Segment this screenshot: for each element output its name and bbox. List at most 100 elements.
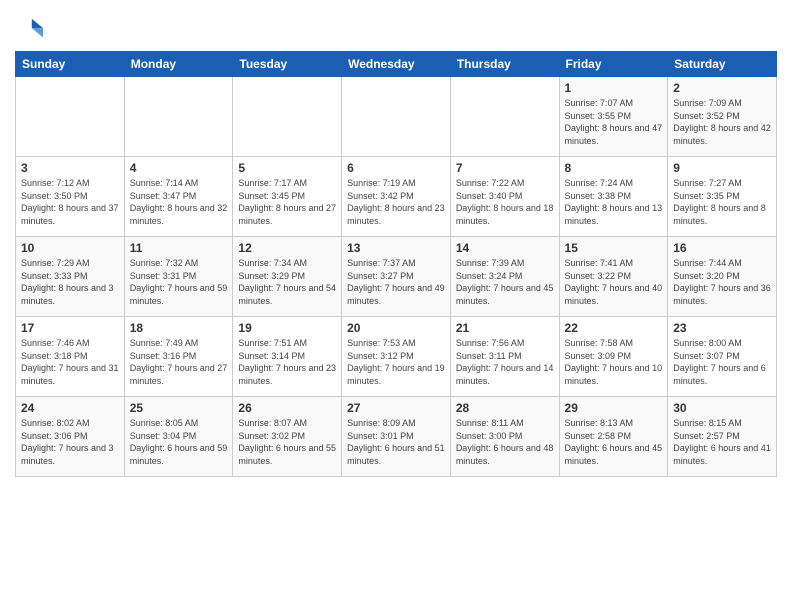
day-number: 23 xyxy=(673,321,771,335)
calendar-cell: 21Sunrise: 7:56 AM Sunset: 3:11 PM Dayli… xyxy=(450,317,559,397)
calendar-cell: 30Sunrise: 8:15 AM Sunset: 2:57 PM Dayli… xyxy=(668,397,777,477)
week-row-0: 1 Sunrise: 7:07 AM Sunset: 3:55 PM Daylig… xyxy=(16,77,777,157)
week-row-4: 24 Sunrise: 8:02 AM Sunset: 3:06 PM Dayli… xyxy=(16,397,777,477)
day-info: Sunrise: 7:27 AM Sunset: 3:35 PM Dayligh… xyxy=(673,177,771,227)
day-number: 11 xyxy=(130,241,228,255)
calendar-cell: 8 Sunrise: 7:24 AM Sunset: 3:38 PM Daylig… xyxy=(559,157,668,237)
day-number: 27 xyxy=(347,401,445,415)
day-info: Sunrise: 8:02 AM Sunset: 3:06 PM Dayligh… xyxy=(21,417,119,467)
day-info: Sunrise: 8:05 AM Sunset: 3:04 PM Dayligh… xyxy=(130,417,228,467)
day-info: Sunrise: 7:39 AM Sunset: 3:24 PM Dayligh… xyxy=(456,257,554,307)
day-number: 15 xyxy=(565,241,663,255)
day-number: 30 xyxy=(673,401,771,415)
calendar-cell: 13 Sunrise: 7:37 AM Sunset: 3:27 PM Dayli… xyxy=(342,237,451,317)
day-number: 14 xyxy=(456,241,554,255)
day-info: Sunrise: 7:07 AM Sunset: 3:55 PM Dayligh… xyxy=(565,97,663,147)
day-number: 5 xyxy=(238,161,336,175)
header-monday: Monday xyxy=(124,52,233,77)
calendar-cell: 29 Sunrise: 8:13 AM Sunset: 2:58 PM Dayli… xyxy=(559,397,668,477)
day-info: Sunrise: 7:51 AM Sunset: 3:14 PM Dayligh… xyxy=(238,337,336,387)
calendar-cell: 2 Sunrise: 7:09 AM Sunset: 3:52 PM Daylig… xyxy=(668,77,777,157)
calendar-cell: 25 Sunrise: 8:05 AM Sunset: 3:04 PM Dayli… xyxy=(124,397,233,477)
calendar-cell: 7 Sunrise: 7:22 AM Sunset: 3:40 PM Daylig… xyxy=(450,157,559,237)
calendar-cell xyxy=(16,77,125,157)
calendar-header: SundayMondayTuesdayWednesdayThursdayFrid… xyxy=(16,52,777,77)
calendar-cell: 26 Sunrise: 8:07 AM Sunset: 3:02 PM Dayli… xyxy=(233,397,342,477)
day-number: 25 xyxy=(130,401,228,415)
day-number: 3 xyxy=(21,161,119,175)
calendar-cell: 15 Sunrise: 7:41 AM Sunset: 3:22 PM Dayli… xyxy=(559,237,668,317)
header-sunday: Sunday xyxy=(16,52,125,77)
calendar-cell: 5 Sunrise: 7:17 AM Sunset: 3:45 PM Daylig… xyxy=(233,157,342,237)
day-info: Sunrise: 7:56 AM Sunset: 3:11 PM Dayligh… xyxy=(456,337,554,387)
calendar-cell xyxy=(450,77,559,157)
calendar-cell: 27 Sunrise: 8:09 AM Sunset: 3:01 PM Dayli… xyxy=(342,397,451,477)
day-info: Sunrise: 7:41 AM Sunset: 3:22 PM Dayligh… xyxy=(565,257,663,307)
day-info: Sunrise: 8:11 AM Sunset: 3:00 PM Dayligh… xyxy=(456,417,554,467)
day-info: Sunrise: 7:53 AM Sunset: 3:12 PM Dayligh… xyxy=(347,337,445,387)
day-info: Sunrise: 7:22 AM Sunset: 3:40 PM Dayligh… xyxy=(456,177,554,227)
day-number: 17 xyxy=(21,321,119,335)
header-tuesday: Tuesday xyxy=(233,52,342,77)
calendar-cell: 23 Sunrise: 8:00 AM Sunset: 3:07 PM Dayli… xyxy=(668,317,777,397)
logo-icon xyxy=(15,15,43,43)
day-number: 2 xyxy=(673,81,771,95)
day-info: Sunrise: 8:00 AM Sunset: 3:07 PM Dayligh… xyxy=(673,337,771,387)
calendar-cell: 16 Sunrise: 7:44 AM Sunset: 3:20 PM Dayli… xyxy=(668,237,777,317)
header-thursday: Thursday xyxy=(450,52,559,77)
calendar-cell: 22 Sunrise: 7:58 AM Sunset: 3:09 PM Dayli… xyxy=(559,317,668,397)
calendar-cell: 14 Sunrise: 7:39 AM Sunset: 3:24 PM Dayli… xyxy=(450,237,559,317)
day-info: Sunrise: 7:19 AM Sunset: 3:42 PM Dayligh… xyxy=(347,177,445,227)
calendar-cell: 12Sunrise: 7:34 AM Sunset: 3:29 PM Dayli… xyxy=(233,237,342,317)
day-number: 6 xyxy=(347,161,445,175)
day-info: Sunrise: 7:37 AM Sunset: 3:27 PM Dayligh… xyxy=(347,257,445,307)
day-info: Sunrise: 7:29 AM Sunset: 3:33 PM Dayligh… xyxy=(21,257,119,307)
day-number: 16 xyxy=(673,241,771,255)
day-number: 20 xyxy=(347,321,445,335)
day-number: 22 xyxy=(565,321,663,335)
day-info: Sunrise: 7:14 AM Sunset: 3:47 PM Dayligh… xyxy=(130,177,228,227)
day-info: Sunrise: 7:49 AM Sunset: 3:16 PM Dayligh… xyxy=(130,337,228,387)
header-wednesday: Wednesday xyxy=(342,52,451,77)
day-info: Sunrise: 7:09 AM Sunset: 3:52 PM Dayligh… xyxy=(673,97,771,147)
day-info: Sunrise: 8:13 AM Sunset: 2:58 PM Dayligh… xyxy=(565,417,663,467)
day-number: 7 xyxy=(456,161,554,175)
calendar-cell: 28 Sunrise: 8:11 AM Sunset: 3:00 PM Dayli… xyxy=(450,397,559,477)
week-row-2: 10 Sunrise: 7:29 AM Sunset: 3:33 PM Dayli… xyxy=(16,237,777,317)
day-number: 28 xyxy=(456,401,554,415)
day-info: Sunrise: 7:44 AM Sunset: 3:20 PM Dayligh… xyxy=(673,257,771,307)
day-info: Sunrise: 7:17 AM Sunset: 3:45 PM Dayligh… xyxy=(238,177,336,227)
day-info: Sunrise: 7:12 AM Sunset: 3:50 PM Dayligh… xyxy=(21,177,119,227)
day-info: Sunrise: 8:09 AM Sunset: 3:01 PM Dayligh… xyxy=(347,417,445,467)
day-number: 10 xyxy=(21,241,119,255)
day-info: Sunrise: 7:24 AM Sunset: 3:38 PM Dayligh… xyxy=(565,177,663,227)
calendar-cell: 1 Sunrise: 7:07 AM Sunset: 3:55 PM Daylig… xyxy=(559,77,668,157)
week-row-1: 3 Sunrise: 7:12 AM Sunset: 3:50 PM Daylig… xyxy=(16,157,777,237)
day-info: Sunrise: 8:07 AM Sunset: 3:02 PM Dayligh… xyxy=(238,417,336,467)
day-info: Sunrise: 7:58 AM Sunset: 3:09 PM Dayligh… xyxy=(565,337,663,387)
calendar-cell: 10 Sunrise: 7:29 AM Sunset: 3:33 PM Dayli… xyxy=(16,237,125,317)
day-number: 1 xyxy=(565,81,663,95)
calendar-cell xyxy=(342,77,451,157)
page-header xyxy=(15,10,777,43)
calendar-cell: 20 Sunrise: 7:53 AM Sunset: 3:12 PM Dayli… xyxy=(342,317,451,397)
header-friday: Friday xyxy=(559,52,668,77)
day-info: Sunrise: 7:46 AM Sunset: 3:18 PM Dayligh… xyxy=(21,337,119,387)
header-row: SundayMondayTuesdayWednesdayThursdayFrid… xyxy=(16,52,777,77)
calendar-cell: 9 Sunrise: 7:27 AM Sunset: 3:35 PM Daylig… xyxy=(668,157,777,237)
calendar-cell: 19 Sunrise: 7:51 AM Sunset: 3:14 PM Dayli… xyxy=(233,317,342,397)
header-saturday: Saturday xyxy=(668,52,777,77)
day-number: 9 xyxy=(673,161,771,175)
day-number: 18 xyxy=(130,321,228,335)
day-number: 4 xyxy=(130,161,228,175)
calendar-cell xyxy=(233,77,342,157)
day-number: 29 xyxy=(565,401,663,415)
day-info: Sunrise: 7:34 AM Sunset: 3:29 PM Dayligh… xyxy=(238,257,336,307)
day-number: 8 xyxy=(565,161,663,175)
day-number: 24 xyxy=(21,401,119,415)
calendar-cell: 24 Sunrise: 8:02 AM Sunset: 3:06 PM Dayli… xyxy=(16,397,125,477)
day-number: 26 xyxy=(238,401,336,415)
day-number: 19 xyxy=(238,321,336,335)
calendar-cell: 17 Sunrise: 7:46 AM Sunset: 3:18 PM Dayli… xyxy=(16,317,125,397)
day-number: 13 xyxy=(347,241,445,255)
